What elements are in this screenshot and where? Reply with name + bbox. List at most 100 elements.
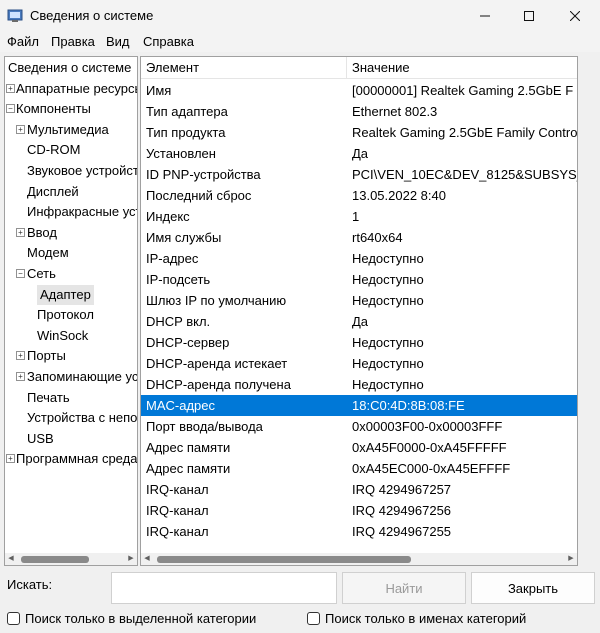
cell-element: MAC-адрес — [146, 398, 215, 413]
cell-element: Последний сброс — [146, 188, 252, 203]
close-icon — [570, 11, 580, 21]
table-row[interactable]: IRQ-канал IRQ 4294967257 — [141, 479, 577, 500]
tree-item-label: Устройства с неполадками — [27, 410, 138, 426]
table-row[interactable]: DHCP-аренда получена Недоступно — [141, 374, 577, 395]
find-button[interactable]: Найти — [342, 572, 466, 604]
cell-value: 0xA45F0000-0xA45FFFFF — [352, 440, 507, 455]
expand-icon[interactable]: + — [6, 83, 15, 93]
category-tree[interactable]: Сведения о системе + Аппаратные ресурсы − Ко… — [4, 56, 138, 566]
table-row[interactable]: DHCP-сервер Недоступно — [141, 332, 577, 353]
cell-value: Недоступно — [352, 356, 424, 371]
tree-horizontal-scrollbar[interactable]: ◀ ▶ — [5, 553, 137, 565]
tree-item-label: Инфракрасные устройства — [27, 204, 137, 220]
table-row[interactable]: Последний сброс 13.05.2022 8:40 — [141, 185, 577, 206]
cell-element: DHCP-сервер — [146, 335, 230, 350]
menu-help[interactable]: Справка — [143, 34, 194, 49]
table-row[interactable]: DHCP-аренда истекает Недоступно — [141, 353, 577, 374]
tree-item-label: Запоминающие устройства — [27, 369, 138, 384]
cell-value: Да — [352, 146, 369, 161]
cell-element: DHCP вкл. — [146, 314, 211, 329]
menu-view[interactable]: Вид — [106, 34, 130, 49]
table-row[interactable]: IRQ-канал IRQ 4294967256 — [141, 500, 577, 521]
cell-value: IRQ 4294967256 — [352, 503, 452, 518]
tree-item-label: USB — [27, 430, 54, 446]
column-header-value[interactable]: Значение — [352, 60, 410, 75]
table-row[interactable]: Имя службы rt640x64 — [141, 227, 577, 248]
cell-element: Индекс — [146, 209, 190, 224]
expand-icon[interactable]: + — [16, 227, 25, 237]
search-label: Искать: — [7, 577, 53, 592]
list-vertical-scrollbar[interactable] — [578, 56, 596, 566]
checkbox-category-names[interactable]: Поиск только в именах категорий — [307, 610, 526, 626]
tree-item-label: Сеть — [27, 266, 56, 281]
tree-item-label: Порты — [27, 348, 66, 364]
collapse-icon[interactable]: − — [16, 269, 25, 278]
checkbox-box[interactable] — [307, 611, 320, 625]
column-divider[interactable] — [346, 57, 347, 79]
table-row[interactable]: IP-подсеть Недоступно — [141, 269, 577, 290]
table-row[interactable]: Имя [00000001] Realtek Gaming 2.5GbE F — [141, 80, 577, 101]
cell-value: 13.05.2022 8:40 — [352, 188, 446, 203]
tree-item-label: Аппаратные ресурсы — [16, 80, 138, 96]
cell-value: Недоступно — [352, 335, 424, 350]
column-header-element[interactable]: Элемент — [146, 60, 199, 75]
table-row[interactable]: Установлен Да — [141, 143, 577, 164]
details-list[interactable]: Элемент Значение Имя [00000001] Realtek G… — [140, 56, 578, 566]
scroll-right-arrow-icon[interactable]: ▶ — [125, 553, 137, 565]
table-row[interactable]: MAC-адрес 18:C0:4D:8B:08:FE — [141, 395, 577, 416]
menu-edit[interactable]: Правка — [51, 34, 95, 49]
tree-item-label: Сведения о системе — [8, 60, 132, 75]
cell-element: Адрес памяти — [146, 461, 231, 476]
table-row[interactable]: Адрес памяти 0xA45EC000-0xA45EFFFF — [141, 458, 577, 479]
table-row[interactable]: Тип адаптера Ethernet 802.3 — [141, 101, 577, 122]
cell-value: 0x00003F00-0x00003FFF — [352, 419, 503, 434]
close-dialog-button[interactable]: Закрыть — [471, 572, 595, 604]
cell-element: IRQ-канал — [146, 503, 209, 518]
cell-element: Тип адаптера — [146, 104, 228, 119]
table-row[interactable]: IRQ-канал IRQ 4294967255 — [141, 521, 577, 542]
cell-value: Ethernet 802.3 — [352, 104, 438, 119]
table-row[interactable]: ID PNP-устройства PCI\VEN_10EC&DEV_8125&S… — [141, 164, 578, 185]
cell-element: Порт ввода/вывода — [146, 419, 263, 434]
table-row[interactable]: Индекс 1 — [141, 206, 577, 227]
tree-item-label: Модем — [27, 245, 69, 261]
table-row[interactable]: Тип продукта Realtek Gaming 2.5GbE Family… — [141, 122, 577, 143]
search-input[interactable] — [111, 572, 337, 604]
tree-item-label: Программная среда — [16, 451, 138, 467]
tree-item-label: Протокол — [37, 307, 94, 323]
checkbox-selected-category[interactable]: Поиск только в выделенной категории — [7, 610, 256, 626]
maximize-button[interactable] — [506, 0, 552, 32]
table-row[interactable]: IP-адрес Недоступно — [141, 248, 577, 269]
table-row[interactable]: DHCP вкл. Да — [141, 311, 577, 332]
menu-file[interactable]: Файл — [7, 34, 39, 49]
cell-element: Тип продукта — [146, 125, 226, 140]
expand-icon[interactable]: + — [16, 372, 25, 381]
minimize-button[interactable] — [462, 0, 508, 32]
scroll-right-arrow-icon[interactable]: ▶ — [565, 553, 577, 565]
table-row[interactable]: Шлюз IP по умолчанию Недоступно — [141, 290, 577, 311]
close-button[interactable] — [552, 0, 598, 32]
tree-scroll-thumb[interactable] — [21, 556, 89, 563]
table-row[interactable]: Адрес памяти 0xA45F0000-0xA45FFFFF — [141, 437, 577, 458]
expand-icon[interactable]: + — [16, 124, 25, 134]
tree-item-label: Адаптер — [37, 284, 94, 305]
tree-item-label: Ввод — [27, 224, 57, 240]
scroll-left-arrow-icon[interactable]: ◀ — [141, 553, 153, 565]
cell-value: rt640x64 — [352, 230, 403, 245]
cell-value: [00000001] Realtek Gaming 2.5GbE F — [352, 83, 574, 98]
cell-value: 18:C0:4D:8B:08:FE — [352, 398, 465, 413]
cell-value: Недоступно — [352, 293, 424, 308]
cell-value: 0xA45EC000-0xA45EFFFF — [352, 461, 511, 476]
table-row[interactable]: Порт ввода/вывода 0x00003F00-0x00003FFF — [141, 416, 577, 437]
expand-icon[interactable]: + — [6, 454, 15, 464]
expand-icon[interactable]: + — [16, 351, 25, 361]
list-scroll-thumb[interactable] — [157, 556, 411, 563]
cell-value: PCI\VEN_10EC&DEV_8125&SUBSYS_ — [352, 167, 578, 182]
collapse-icon[interactable]: − — [6, 104, 15, 114]
list-horizontal-scrollbar[interactable]: ◀ ▶ — [141, 553, 577, 565]
cell-element: IP-подсеть — [146, 272, 211, 287]
scroll-left-arrow-icon[interactable]: ◀ — [5, 553, 17, 565]
cell-element: Имя — [146, 83, 172, 98]
cell-element: Имя службы — [146, 230, 222, 245]
checkbox-box[interactable] — [7, 611, 20, 625]
